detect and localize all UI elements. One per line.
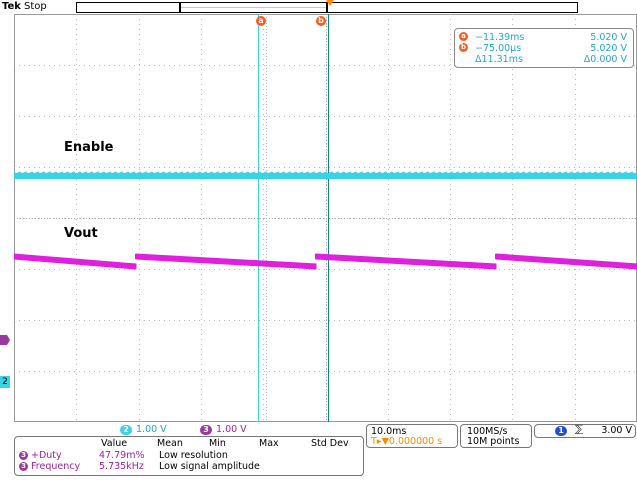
measurement-panel[interactable]: Value Mean Min Max Std Dev 3 +Duty 47.79…: [14, 436, 364, 476]
measurement-note: Low signal amplitude: [159, 461, 260, 472]
record-window: [179, 3, 328, 12]
measurement-note: Low resolution: [159, 450, 228, 461]
measurement-row[interactable]: 3 Frequency 5.735kHz Low signal amplitud…: [19, 461, 359, 472]
brand-logo: Tek: [2, 1, 21, 12]
measurement-value: 47.79m%: [99, 450, 145, 461]
measurement-value: 5.735kHz: [99, 461, 144, 472]
measurement-name: Frequency: [31, 461, 81, 472]
vout-trace-segment: [14, 253, 137, 270]
rising-edge-icon: ⅀: [575, 424, 584, 435]
cursor-delta-readout: Δ11.31ms Δ0.000 V: [459, 54, 629, 65]
ch3-ground-marker[interactable]: [0, 335, 10, 345]
vout-label: Vout: [64, 226, 98, 241]
ch2-ground-marker[interactable]: 2: [0, 376, 10, 388]
vout-trace-segment: [135, 253, 317, 270]
channel-scales: 2 1.00 V 3 1.00 V: [14, 424, 362, 436]
timebase-panel[interactable]: 10.0ms T▸▼0.000000 s: [366, 424, 458, 448]
record-length: 10M points: [467, 436, 520, 447]
cursor-delta-value: Δ0.000 V: [583, 54, 627, 65]
acquisition-panel[interactable]: 100MS/s 10M points: [460, 424, 532, 448]
cursor-b-icon: b: [459, 43, 468, 52]
col-max: Max: [259, 438, 279, 449]
ch2-scale[interactable]: 1.00 V: [136, 424, 167, 435]
cursor-readout: a −11.39ms 5.020 V b −75.00µs 5.020 V Δ1…: [454, 28, 634, 68]
cursor-a-value: 5.020 V: [590, 32, 627, 43]
trigger-panel[interactable]: 1 ⅀ 3.00 V: [534, 424, 636, 438]
trigger-position: T▸▼0.000000 s: [371, 436, 443, 447]
trigger-source-icon: 1: [555, 426, 567, 436]
vout-trace-segment: [495, 253, 637, 270]
ch3-icon: 3: [19, 451, 28, 460]
ch2-icon[interactable]: 2: [120, 425, 132, 435]
ch3-icon: 3: [19, 462, 28, 471]
cursor-b-time: −75.00µs: [475, 43, 522, 54]
cursor-b-value: 5.020 V: [590, 43, 627, 54]
vout-trace-segment: [315, 253, 497, 270]
waveform-display[interactable]: [14, 14, 637, 422]
cursor-a-icon: a: [459, 32, 468, 41]
trigger-level: 3.00 V: [601, 425, 632, 436]
cursor-b-badge[interactable]: b: [316, 16, 326, 26]
col-std-dev: Std Dev: [311, 438, 349, 449]
col-mean: Mean: [157, 438, 183, 449]
measurement-row[interactable]: 3 +Duty 47.79m% Low resolution: [19, 450, 359, 461]
ch3-icon[interactable]: 3: [200, 425, 212, 435]
graticule: [14, 14, 637, 422]
col-value: Value: [101, 438, 128, 449]
trigger-position-icon[interactable]: [326, 0, 334, 6]
cursor-a-readout: a −11.39ms 5.020 V: [459, 32, 629, 43]
ch3-scale[interactable]: 1.00 V: [216, 424, 247, 435]
cursor-a-badge[interactable]: a: [256, 16, 266, 26]
enable-label: Enable: [64, 140, 114, 155]
cursor-delta-time: Δ11.31ms: [475, 54, 523, 65]
measurement-name: +Duty: [31, 450, 62, 461]
status-bar: Tek Stop: [0, 0, 637, 14]
col-min: Min: [209, 438, 226, 449]
cursor-b-readout: b −75.00µs 5.020 V: [459, 43, 629, 54]
cursor-a-time: −11.39ms: [475, 32, 525, 43]
acquisition-status: Stop: [24, 1, 47, 12]
